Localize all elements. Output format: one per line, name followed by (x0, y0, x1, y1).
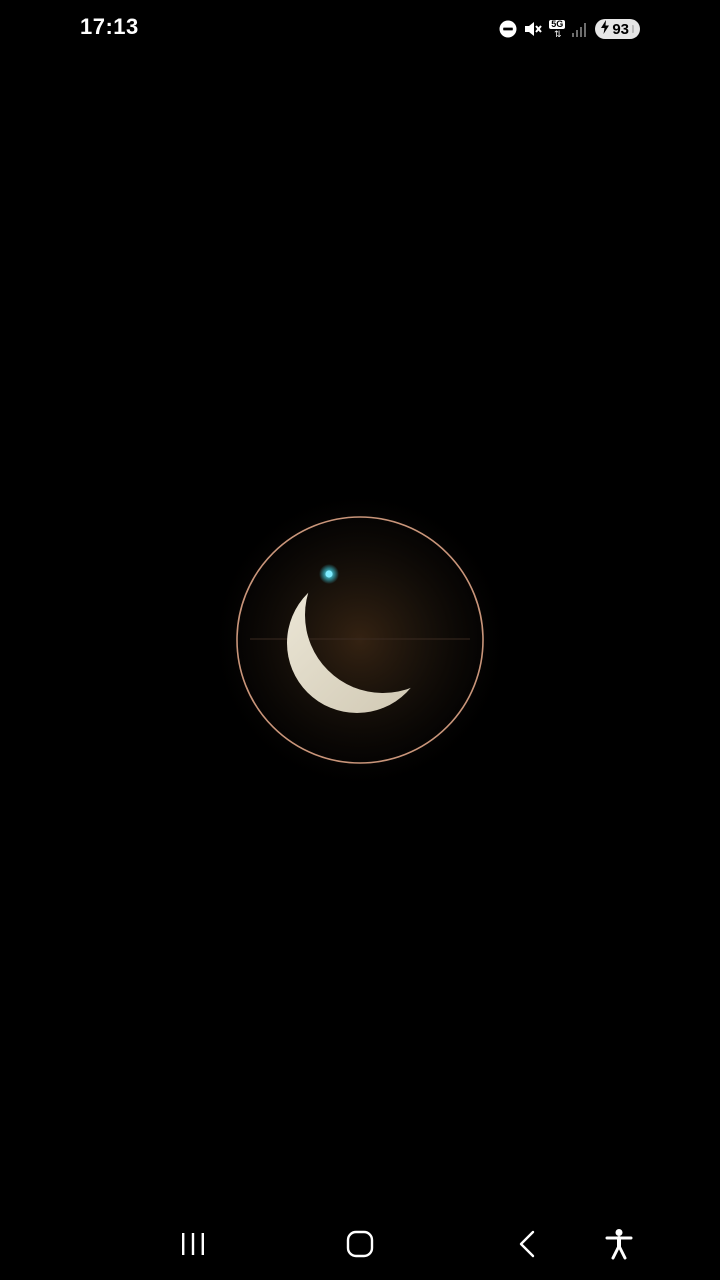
logo-crescent (287, 573, 427, 713)
battery-cap (632, 25, 634, 33)
recent-apps-icon (182, 1233, 204, 1255)
network-label: 5G (549, 18, 566, 29)
status-bar: 17:13 5G ⇅ 93 (0, 0, 720, 58)
accessibility-button[interactable] (597, 1224, 641, 1264)
home-button[interactable] (338, 1224, 382, 1264)
status-icons: 5G ⇅ 93 (499, 16, 640, 42)
do-not-disturb-icon (499, 20, 517, 38)
battery-indicator: 93 (595, 19, 640, 39)
battery-level: 93 (612, 20, 629, 38)
navigation-bar (0, 1206, 720, 1280)
splash-logo (210, 490, 510, 790)
battery-charging-icon (600, 20, 610, 38)
recent-apps-button[interactable] (171, 1224, 215, 1264)
mute-icon (523, 19, 543, 39)
home-icon (346, 1230, 374, 1258)
back-button[interactable] (505, 1224, 549, 1264)
status-time: 17:13 (80, 14, 139, 39)
accessibility-icon (605, 1229, 633, 1260)
back-chevron-icon (519, 1230, 535, 1258)
crescent-moon-icon (210, 490, 510, 790)
logo-accent-dot (325, 570, 333, 578)
signal-icon (571, 20, 589, 38)
5g-data-icon: 5G ⇅ (549, 18, 566, 39)
data-arrows-icon: ⇅ (554, 28, 561, 39)
